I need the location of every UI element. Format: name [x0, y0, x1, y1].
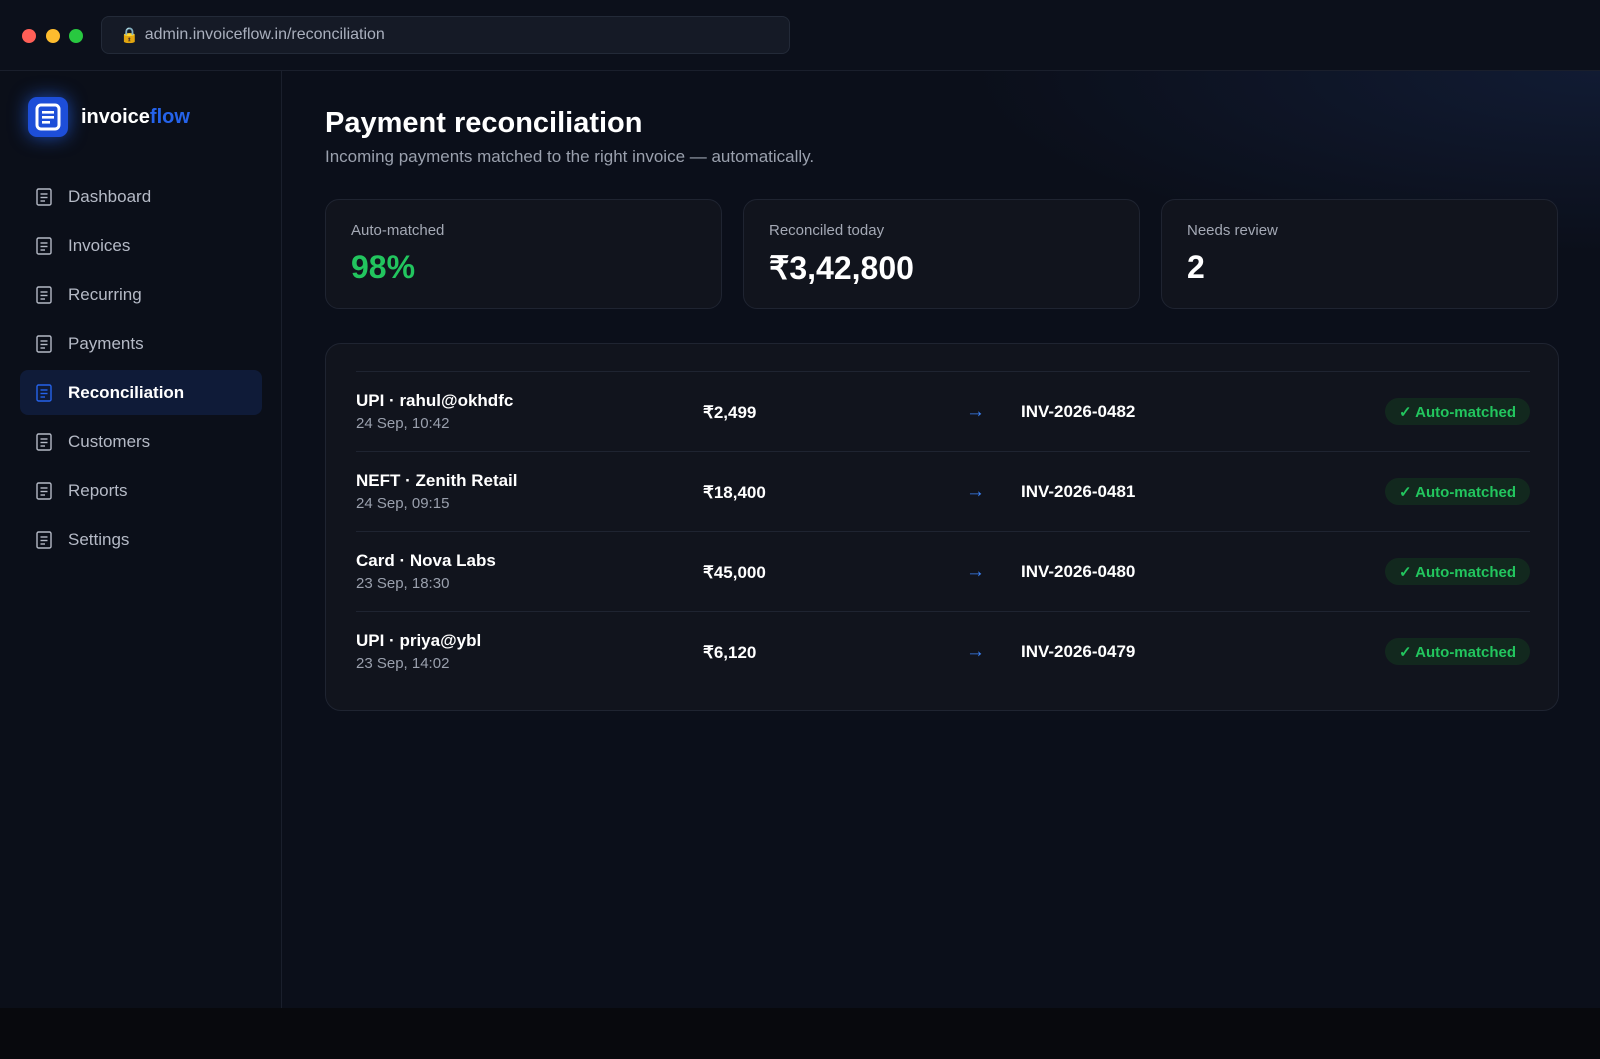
brand[interactable]: invoiceflow	[28, 97, 190, 137]
stat-label: Needs review	[1187, 222, 1278, 239]
address-bar[interactable]: 🔒 admin.invoiceflow.in/reconciliation	[101, 16, 790, 54]
sidebar-item-label: Customers	[68, 431, 151, 451]
close-window-button[interactable]	[22, 29, 36, 43]
reconciliation-table: UPI · rahul@okhdfc 24 Sep, 10:42 ₹2,499 …	[325, 343, 1559, 711]
lock-icon: 🔒	[120, 27, 139, 44]
sidebar-nav: Dashboard Invoices Recurring Payments Re…	[20, 174, 262, 566]
brand-name: invoiceflow	[81, 106, 190, 129]
stat-value: ₹3,42,800	[769, 250, 914, 286]
sidebar-item-settings[interactable]: Settings	[20, 517, 262, 562]
sidebar: invoiceflow Dashboard Invoices Recurring…	[0, 71, 282, 1008]
arrow-right-icon: →	[966, 401, 985, 422]
stat-label: Auto-matched	[351, 222, 445, 239]
sidebar-item-label: Settings	[68, 529, 130, 549]
payment-time: 23 Sep, 14:02	[356, 655, 450, 672]
stat-card-needs-review[interactable]: Needs review 2	[1161, 199, 1558, 309]
browser-titlebar: 🔒 admin.invoiceflow.in/reconciliation	[0, 0, 1600, 71]
sidebar-item-invoices[interactable]: Invoices	[20, 223, 262, 268]
brand-name-accent: flow	[149, 105, 190, 128]
document-icon	[36, 285, 52, 304]
payment-amount: ₹18,400	[703, 483, 766, 502]
payment-time: 24 Sep, 10:42	[356, 415, 450, 432]
invoice-link[interactable]: INV-2026-0480	[1021, 562, 1135, 582]
document-icon	[36, 432, 52, 451]
app-window: 🔒 admin.invoiceflow.in/reconciliation in…	[0, 0, 1600, 1008]
document-icon	[36, 187, 52, 206]
payment-amount: ₹6,120	[703, 643, 757, 662]
payment-time: 24 Sep, 09:15	[356, 495, 450, 512]
table-row[interactable]: UPI · priya@ybl 23 Sep, 14:02 ₹6,120 → I…	[356, 612, 1530, 692]
payment-amount: ₹2,499	[703, 403, 757, 422]
payment-list: UPI · rahul@okhdfc 24 Sep, 10:42 ₹2,499 …	[356, 371, 1530, 692]
maximize-window-button[interactable]	[69, 29, 83, 43]
table-row[interactable]: Card · Nova Labs 23 Sep, 18:30 ₹45,000 →…	[356, 532, 1530, 612]
stat-card-reconciled-today: Reconciled today ₹3,42,800	[743, 199, 1140, 309]
document-icon	[36, 383, 52, 402]
table-row[interactable]: UPI · rahul@okhdfc 24 Sep, 10:42 ₹2,499 …	[356, 372, 1530, 452]
brand-name-primary: invoice	[81, 105, 150, 128]
sidebar-item-label: Invoices	[68, 235, 131, 255]
document-icon	[36, 481, 52, 500]
sidebar-item-label: Reconciliation	[68, 382, 185, 402]
stat-value: 2	[1187, 249, 1205, 285]
arrow-right-icon: →	[966, 561, 985, 582]
sidebar-item-label: Payments	[68, 333, 144, 353]
sidebar-item-label: Dashboard	[68, 186, 152, 206]
page-title: Payment reconciliation	[325, 107, 643, 139]
page-subtitle: Incoming payments matched to the right i…	[325, 147, 815, 166]
arrow-right-icon: →	[966, 641, 985, 662]
document-icon	[36, 236, 52, 255]
sidebar-item-customers[interactable]: Customers	[20, 419, 262, 464]
invoice-link[interactable]: INV-2026-0482	[1021, 402, 1135, 422]
sidebar-item-label: Reports	[68, 480, 128, 500]
status-badge: ✓ Auto-matched	[1384, 558, 1530, 585]
sidebar-item-recurring[interactable]: Recurring	[20, 272, 262, 317]
status-badge: ✓ Auto-matched	[1384, 638, 1530, 665]
payment-amount: ₹45,000	[703, 563, 766, 582]
stat-value: 98%	[351, 249, 416, 285]
stat-card-auto-matched: Auto-matched 98%	[325, 199, 722, 309]
table-row[interactable]: NEFT · Zenith Retail 24 Sep, 09:15 ₹18,4…	[356, 452, 1530, 532]
sidebar-item-reports[interactable]: Reports	[20, 468, 262, 513]
sidebar-item-label: Recurring	[68, 284, 142, 304]
status-badge: ✓ Auto-matched	[1384, 398, 1530, 425]
main-content: Payment reconciliation Incoming payments…	[283, 71, 1600, 1008]
sidebar-item-reconciliation[interactable]: Reconciliation	[20, 370, 262, 415]
sidebar-item-dashboard[interactable]: Dashboard	[20, 174, 262, 219]
status-badge: ✓ Auto-matched	[1384, 478, 1530, 505]
invoice-link[interactable]: INV-2026-0481	[1021, 482, 1135, 502]
document-icon	[36, 530, 52, 549]
invoice-link[interactable]: INV-2026-0479	[1021, 642, 1135, 662]
minimize-window-button[interactable]	[46, 29, 60, 43]
sidebar-item-payments[interactable]: Payments	[20, 321, 262, 366]
payment-source: UPI · rahul@okhdfc	[356, 391, 514, 410]
stat-label: Reconciled today	[769, 222, 885, 239]
arrow-right-icon: →	[966, 481, 985, 502]
invoice-logo-icon	[28, 97, 68, 137]
payment-source: Card · Nova Labs	[356, 551, 496, 570]
payment-time: 23 Sep, 18:30	[356, 575, 450, 592]
payment-source: UPI · priya@ybl	[356, 631, 482, 650]
payment-source: NEFT · Zenith Retail	[356, 471, 518, 490]
document-icon	[36, 334, 52, 353]
url-text: admin.invoiceflow.in/reconciliation	[144, 26, 385, 43]
